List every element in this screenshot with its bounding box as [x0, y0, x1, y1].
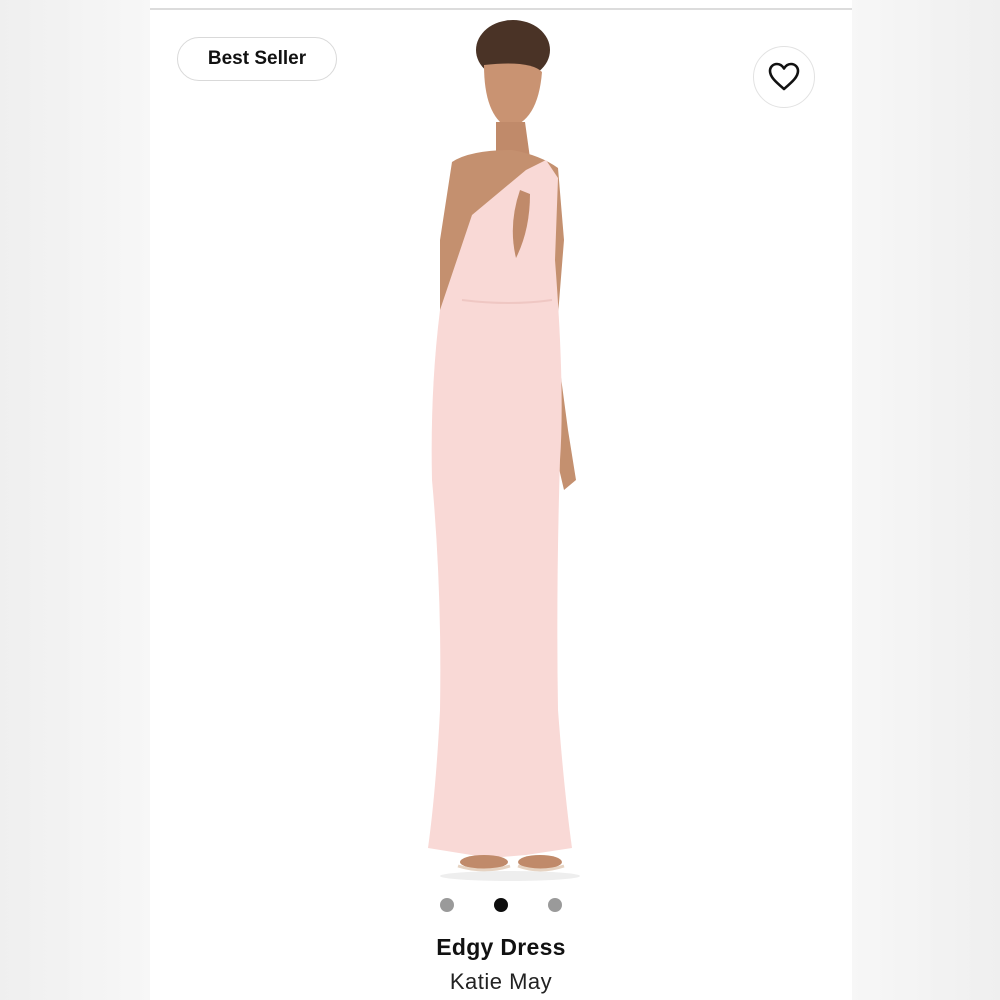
right-backdrop [850, 0, 1000, 1000]
carousel-dot-2[interactable] [494, 898, 508, 912]
heart-icon [768, 62, 800, 91]
product-photo[interactable] [380, 10, 620, 882]
favorite-button[interactable] [753, 46, 815, 108]
left-backdrop [0, 0, 150, 1000]
product-brand[interactable]: Katie May [150, 969, 852, 995]
carousel-dot-3[interactable] [548, 898, 562, 912]
carousel-dot-1[interactable] [440, 898, 454, 912]
best-seller-badge: Best Seller [177, 37, 337, 81]
product-title[interactable]: Edgy Dress [150, 934, 852, 961]
carousel-indicator [150, 898, 852, 914]
product-card[interactable]: Best Seller Edgy Dress Katie May [150, 0, 852, 1000]
